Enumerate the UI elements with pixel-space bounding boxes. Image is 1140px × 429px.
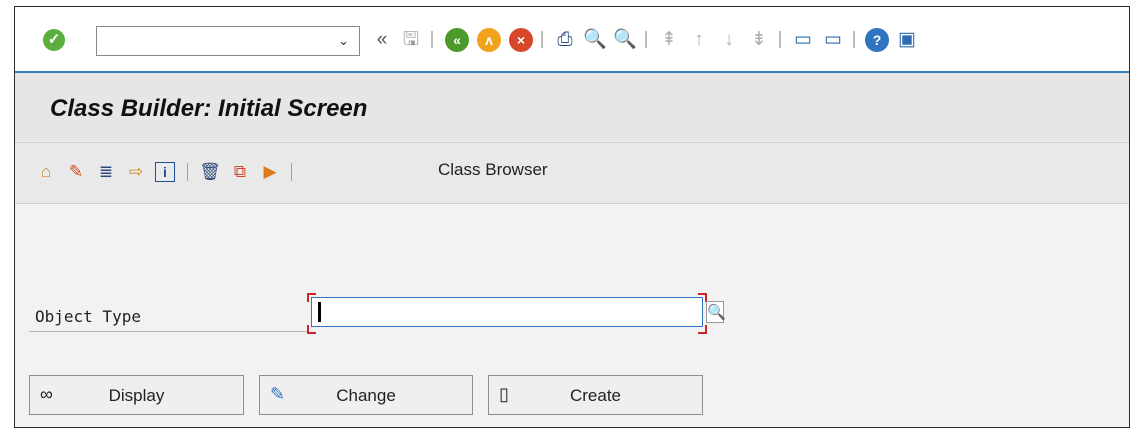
hierarchy-icon[interactable]: ⌂ — [35, 161, 57, 183]
save-icon[interactable]: 🖫 — [399, 28, 423, 52]
enter-icon[interactable]: ✓ — [43, 29, 65, 51]
toolbar-separator — [645, 31, 647, 48]
title-bar: Class Builder: Initial Screen — [15, 73, 1129, 141]
first-page-icon[interactable]: ⇞ — [657, 28, 681, 52]
create-button-label: Create — [569, 386, 622, 405]
cancel-icon[interactable]: × — [509, 28, 533, 52]
sap-window: ✓ ⌄ « 🖫 « ʌ × ⎙ 🔍 🔍 ⇞ ↑ ↓ ⇟ ▭ ▭ ? ▣ Clas… — [14, 6, 1130, 428]
find-icon[interactable]: 🔍 — [583, 28, 607, 52]
object-list-icon[interactable]: ≣ — [95, 161, 117, 183]
find-next-icon[interactable]: 🔍 — [613, 28, 637, 52]
search-help-icon[interactable]: 🔍 — [706, 301, 726, 323]
toolbar-separator — [291, 163, 292, 181]
application-toolbar: ⌂ ✎ ≣ ⇨ i 🗑 ⧉ ▶ Class Browser — [15, 142, 1129, 204]
label-underline — [29, 331, 309, 332]
back-icon[interactable]: « — [445, 28, 469, 52]
required-marker — [307, 325, 316, 334]
print-icon[interactable]: ⎙ — [553, 28, 577, 52]
toolbar-separator — [187, 163, 188, 181]
previous-page-icon[interactable]: ↑ — [687, 28, 711, 52]
next-page-icon[interactable]: ↓ — [717, 28, 741, 52]
toolbar-separator — [541, 31, 543, 48]
change-button-label: Change — [336, 386, 396, 405]
customize-layout-icon[interactable]: ▣ — [895, 28, 919, 52]
chevron-down-icon[interactable]: ⌄ — [338, 33, 349, 49]
new-session-icon[interactable]: ▭ — [791, 28, 815, 52]
toolbar-separator — [431, 31, 433, 48]
shortcut-icon[interactable]: ▭ — [821, 28, 845, 52]
help-icon[interactable]: ? — [865, 28, 889, 52]
exit-icon[interactable]: ʌ — [477, 28, 501, 52]
page-title: Class Builder: Initial Screen — [50, 95, 368, 122]
display-button-label: Display — [108, 386, 165, 405]
delete-icon[interactable]: 🗑 — [199, 161, 221, 183]
class-browser-button[interactable]: Class Browser — [438, 160, 548, 180]
system-toolbar: ✓ ⌄ « 🖫 « ʌ × ⎙ 🔍 🔍 ⇞ ↑ ↓ ⇟ ▭ ▭ ? ▣ — [15, 7, 1129, 73]
object-type-input[interactable] — [311, 297, 703, 327]
collapse-icon[interactable]: « — [370, 28, 394, 52]
create-button[interactable]: ▯ Create — [488, 375, 703, 415]
toolbar-separator — [853, 31, 855, 48]
last-page-icon[interactable]: ⇟ — [747, 28, 771, 52]
text-cursor — [318, 302, 321, 322]
command-field[interactable]: ⌄ — [96, 26, 360, 56]
wizard-icon[interactable]: ✎ — [65, 161, 87, 183]
change-button[interactable]: ✎ Change — [259, 375, 473, 415]
copy-icon[interactable]: ⧉ — [229, 161, 251, 183]
where-used-icon[interactable]: ⇨ — [125, 161, 147, 183]
object-type-label: Object Type — [35, 307, 141, 326]
display-button[interactable]: ∞ Display — [29, 375, 244, 415]
rename-icon[interactable]: ▶ — [259, 161, 281, 183]
required-marker — [698, 325, 707, 334]
info-icon[interactable]: i — [155, 162, 175, 182]
toolbar-separator — [779, 31, 781, 48]
required-marker — [307, 293, 316, 302]
